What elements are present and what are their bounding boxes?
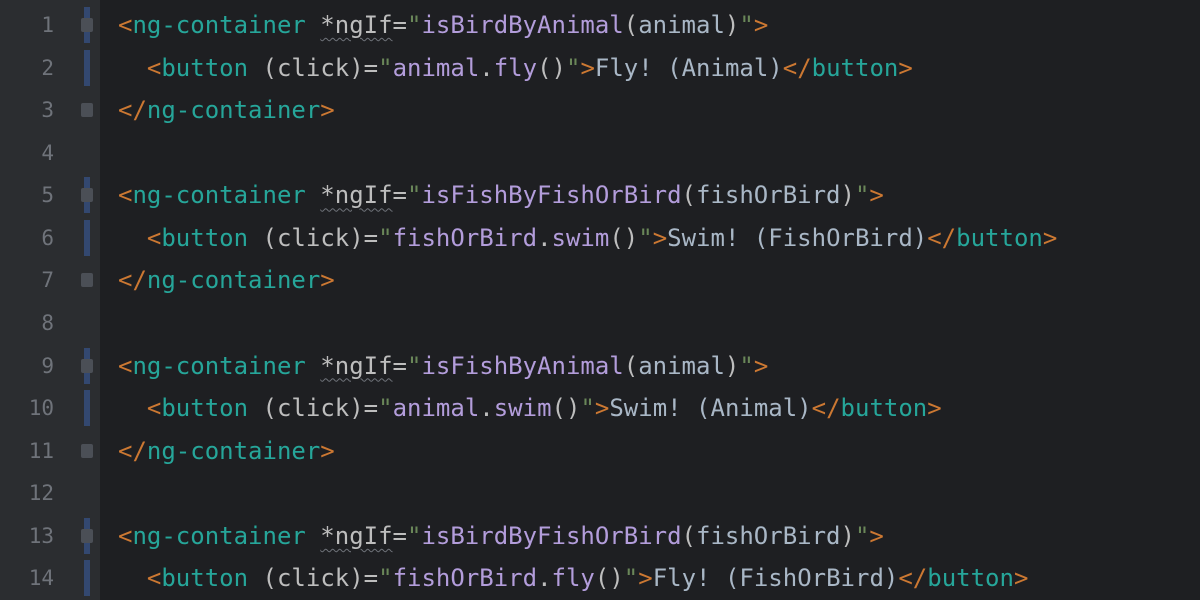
diff-marker xyxy=(84,560,90,596)
code-line[interactable]: <button (click)="animal.fly()">Fly! (Ani… xyxy=(100,47,1200,90)
fold-toggle-icon[interactable] xyxy=(81,103,93,117)
code-area[interactable]: <ng-container *ngIf="isBirdByAnimal(anim… xyxy=(100,0,1200,600)
code-line[interactable] xyxy=(100,472,1200,515)
line-number[interactable]: 11 xyxy=(0,430,78,473)
code-line[interactable]: <ng-container *ngIf="isBirdByFishOrBird(… xyxy=(100,515,1200,558)
code-line[interactable]: </ng-container> xyxy=(100,430,1200,473)
code-line[interactable]: <ng-container *ngIf="isFishByFishOrBird(… xyxy=(100,174,1200,217)
code-line[interactable]: </ng-container> xyxy=(100,89,1200,132)
code-line[interactable]: </ng-container> xyxy=(100,259,1200,302)
fold-toggle-icon[interactable] xyxy=(81,188,93,202)
code-line[interactable] xyxy=(100,132,1200,175)
fold-toggle-icon[interactable] xyxy=(81,273,93,287)
fold-toggle-icon[interactable] xyxy=(81,18,93,32)
line-number[interactable]: 6 xyxy=(0,217,78,260)
fold-toggle-icon[interactable] xyxy=(81,444,93,458)
code-line[interactable]: <button (click)="animal.swim()">Swim! (A… xyxy=(100,387,1200,430)
code-line[interactable]: <button (click)="fishOrBird.fly()">Fly! … xyxy=(100,557,1200,600)
code-line[interactable]: <ng-container *ngIf="isFishByAnimal(anim… xyxy=(100,345,1200,388)
line-number[interactable]: 1 xyxy=(0,4,78,47)
code-line[interactable] xyxy=(100,302,1200,345)
diff-marker xyxy=(84,50,90,86)
line-number[interactable]: 7 xyxy=(0,259,78,302)
line-number[interactable]: 2 xyxy=(0,47,78,90)
code-line[interactable]: <ng-container *ngIf="isBirdByAnimal(anim… xyxy=(100,4,1200,47)
gutter: 1 2 3 4 5 6 7 8 9 10 11 12 13 14 xyxy=(0,0,78,600)
line-number[interactable]: 4 xyxy=(0,132,78,175)
line-number[interactable]: 8 xyxy=(0,302,78,345)
line-number[interactable]: 3 xyxy=(0,89,78,132)
fold-toggle-icon[interactable] xyxy=(81,359,93,373)
line-number[interactable]: 13 xyxy=(0,515,78,558)
diff-marker xyxy=(84,220,90,256)
code-editor: 1 2 3 4 5 6 7 8 9 10 11 12 13 14 <ng-con… xyxy=(0,0,1200,600)
diff-marker xyxy=(84,390,90,426)
line-number[interactable]: 5 xyxy=(0,174,78,217)
line-number[interactable]: 12 xyxy=(0,472,78,515)
code-line[interactable]: <button (click)="fishOrBird.swim()">Swim… xyxy=(100,217,1200,260)
line-number[interactable]: 14 xyxy=(0,557,78,600)
line-number[interactable]: 9 xyxy=(0,345,78,388)
fold-toggle-icon[interactable] xyxy=(81,529,93,543)
line-number[interactable]: 10 xyxy=(0,387,78,430)
fold-column xyxy=(78,0,100,600)
